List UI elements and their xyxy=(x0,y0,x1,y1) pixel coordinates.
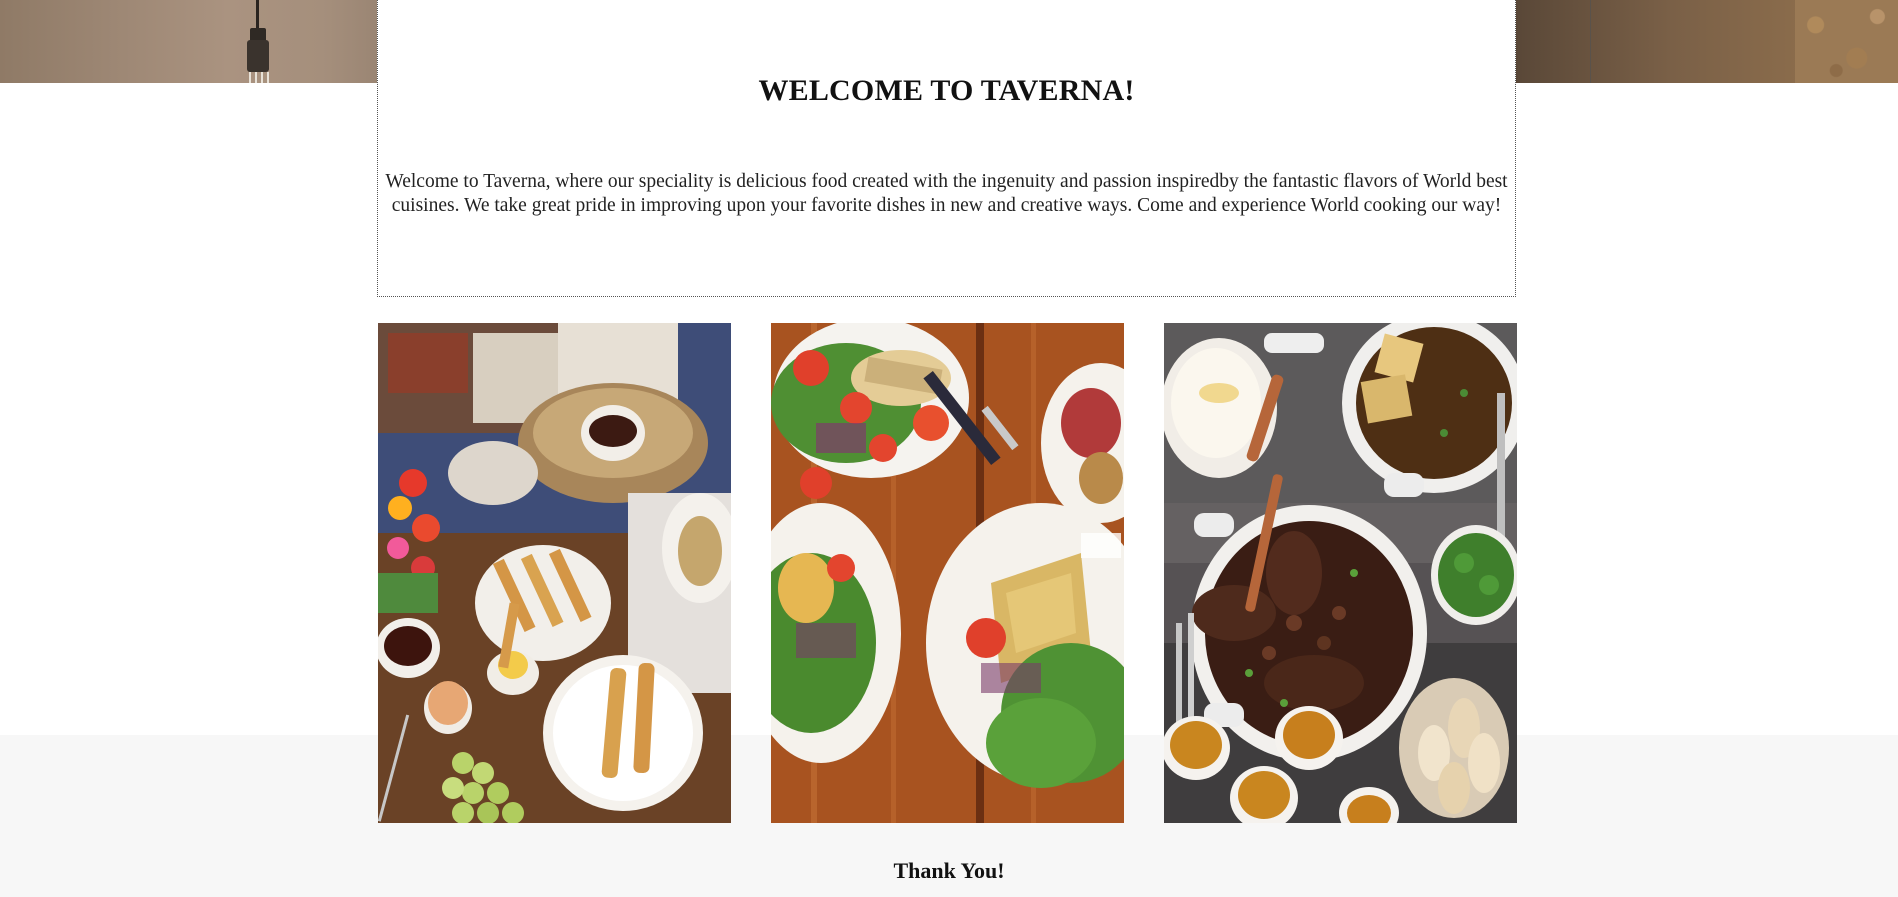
welcome-text: Welcome to Taverna, where our speciality… xyxy=(385,171,1508,216)
stew-dinner-photo xyxy=(1164,323,1517,823)
hero-stone-wall xyxy=(1795,0,1898,83)
thank-you-text: Thank You! xyxy=(893,858,1005,883)
welcome-title: WELCOME TO TAVERNA! xyxy=(758,74,1135,107)
breakfast-table-photo xyxy=(378,323,731,823)
page: WELCOME TO TAVERNA! Welcome to Taverna, … xyxy=(0,0,1898,897)
pendant-lamp-icon xyxy=(247,0,269,83)
salad-and-quiche-photo xyxy=(771,323,1124,823)
hero-beam xyxy=(1590,0,1591,83)
welcome-box: WELCOME TO TAVERNA! Welcome to Taverna, … xyxy=(377,0,1516,297)
